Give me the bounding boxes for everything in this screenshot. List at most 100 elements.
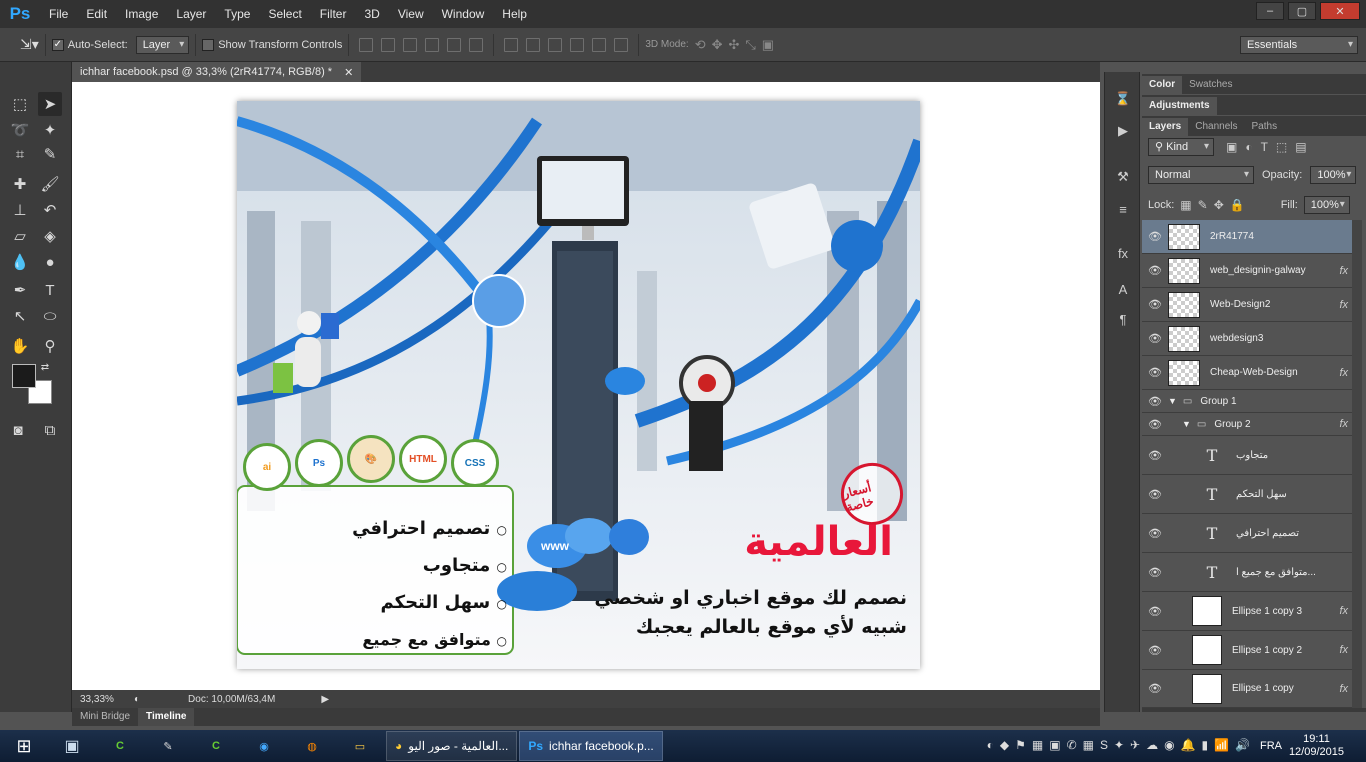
fx-icon[interactable]: fx [1339, 265, 1348, 277]
transform-controls-checkbox[interactable] [202, 38, 215, 51]
type-tool-icon[interactable]: T [38, 278, 62, 302]
foreground-color-swatch[interactable] [12, 364, 36, 388]
visibility-eye-icon[interactable]: 👁 [1142, 395, 1168, 408]
menu-help[interactable]: Help [493, 7, 536, 21]
minimize-button[interactable]: – [1256, 2, 1284, 20]
clock[interactable]: 19:11 12/09/2015 [1289, 733, 1344, 759]
menu-select[interactable]: Select [259, 7, 310, 21]
auto-select-dropdown[interactable]: Layer [135, 35, 190, 54]
fx-icon[interactable]: fx [1339, 683, 1348, 695]
align-hcenter-icon[interactable] [447, 37, 462, 52]
brush-tool-icon[interactable]: 🖌 [38, 172, 62, 196]
media-player-icon[interactable]: ◉ [240, 731, 288, 761]
menu-3d[interactable]: 3D [355, 7, 388, 21]
menu-window[interactable]: Window [433, 7, 494, 21]
fill-input[interactable]: 100% [1303, 196, 1350, 214]
tab-layers[interactable]: Layers [1142, 118, 1189, 136]
tab-paths[interactable]: Paths [1245, 118, 1285, 136]
zoom-tool-icon[interactable]: ⚲ [38, 334, 62, 358]
layer-row[interactable]: 👁 2rR41774 [1142, 220, 1352, 254]
quick-mask-icon[interactable]: ◙ [6, 418, 30, 442]
ellipse-tool-icon[interactable]: ⬭ [38, 304, 62, 328]
move-tool-icon[interactable]: ➤ [38, 92, 62, 116]
visibility-eye-icon[interactable]: 👁 [1142, 449, 1168, 462]
status-export-icon[interactable]: ◐ [134, 694, 140, 705]
close-button[interactable]: ✕ [1320, 2, 1360, 20]
shape-layer-row[interactable]: 👁 Ellipse 1 copy 2 fx [1142, 631, 1352, 670]
auto-select-checkbox[interactable]: ✓ [51, 38, 64, 51]
explorer-icon[interactable]: ▣ [48, 731, 96, 761]
visibility-eye-icon[interactable]: 👁 [1142, 264, 1168, 277]
workspace-switcher[interactable]: Essentials [1240, 35, 1358, 54]
layer-row[interactable]: 👁 web_designin-galway fx [1142, 254, 1352, 288]
system-tray-icons[interactable]: ◐◆⚑▦▣✆▦S✦✈☁◉🔔▮📶🔊 [987, 738, 1256, 752]
visibility-eye-icon[interactable]: 👁 [1142, 682, 1168, 695]
paint-bucket-icon[interactable]: ◈ [38, 224, 62, 248]
expand-arrow-icon[interactable]: ▼ [1182, 419, 1191, 429]
tab-document[interactable]: ichhar facebook.psd @ 33,3% (2rR41774, R… [72, 62, 362, 82]
visibility-eye-icon[interactable]: 👁 [1142, 644, 1168, 657]
crop-tool-icon[interactable]: ⌗ [8, 142, 32, 166]
eyedropper-icon[interactable]: ✎ [38, 142, 62, 166]
pen-tool-icon[interactable]: ✒ [8, 278, 32, 302]
screen-mode-icon[interactable]: ⧉ [38, 418, 62, 442]
tab-channels[interactable]: Channels [1188, 118, 1244, 136]
tab-adjustments[interactable]: Adjustments [1142, 97, 1217, 115]
align-bottom-icon[interactable] [403, 37, 418, 52]
blur-tool-icon[interactable]: 💧 [8, 250, 32, 274]
fx-icon[interactable]: fx [1339, 299, 1348, 311]
styles-panel-icon[interactable]: fx [1111, 242, 1135, 264]
menu-view[interactable]: View [389, 7, 433, 21]
swap-colors-icon[interactable]: ⇄ [38, 360, 52, 374]
distribute-vcenter-icon[interactable] [526, 37, 541, 52]
layer-row[interactable]: 👁 Cheap-Web-Design fx [1142, 356, 1352, 390]
opacity-input[interactable]: 100% [1310, 166, 1357, 184]
visibility-eye-icon[interactable]: 👁 [1142, 298, 1168, 311]
distribute-hcenter-icon[interactable] [592, 37, 607, 52]
distribute-left-icon[interactable] [570, 37, 585, 52]
tab-color[interactable]: Color [1142, 76, 1183, 94]
align-vcenter-icon[interactable] [381, 37, 396, 52]
visibility-eye-icon[interactable]: 👁 [1142, 230, 1168, 243]
text-layer-row[interactable]: 👁 T متوافق مع جميع ا... [1142, 553, 1352, 592]
folder-icon[interactable]: ▭ [336, 731, 384, 761]
lasso-tool-icon[interactable]: ➰ [8, 118, 32, 142]
dodge-tool-icon[interactable]: ● [38, 250, 62, 274]
actions-panel-icon[interactable]: ▶ [1111, 120, 1135, 142]
visibility-eye-icon[interactable]: 👁 [1142, 527, 1168, 540]
menu-file[interactable]: File [40, 7, 77, 21]
tab-swatches[interactable]: Swatches [1182, 76, 1239, 94]
distribute-bottom-icon[interactable] [548, 37, 563, 52]
tool-presets-icon[interactable]: ⚒ [1111, 166, 1135, 188]
hand-tool-icon[interactable]: ✋ [8, 334, 32, 358]
status-menu-arrow-icon[interactable]: ▶ [321, 694, 329, 705]
maximize-button[interactable]: ▢ [1288, 2, 1316, 20]
distribute-right-icon[interactable] [614, 37, 629, 52]
magic-wand-icon[interactable]: ✦ [38, 118, 62, 142]
visibility-eye-icon[interactable]: 👁 [1142, 566, 1168, 579]
taskbar-app-photoshop[interactable]: Ps ichhar facebook.p... [519, 731, 663, 761]
visibility-eye-icon[interactable]: 👁 [1142, 418, 1168, 431]
fx-icon[interactable]: fx [1339, 367, 1348, 379]
notepad-icon[interactable]: ✎ [144, 731, 192, 761]
layer-row[interactable]: 👁 webdesign3 [1142, 322, 1352, 356]
history-brush-icon[interactable]: ↶ [38, 198, 62, 222]
layer-group-row[interactable]: 👁 ▼ ▭ Group 1 [1142, 390, 1352, 413]
healing-brush-icon[interactable]: ✚ [8, 172, 32, 196]
align-top-icon[interactable] [359, 37, 374, 52]
blend-mode-dropdown[interactable]: Normal [1148, 166, 1254, 184]
text-layer-row[interactable]: 👁 T سهل التحكم [1142, 475, 1352, 514]
shape-layer-row[interactable]: 👁 Ellipse 1 copy fx [1142, 670, 1352, 708]
menu-type[interactable]: Type [215, 7, 259, 21]
visibility-eye-icon[interactable]: 👁 [1142, 366, 1168, 379]
move-tool-preset-icon[interactable]: ⇲▾ [20, 36, 39, 53]
distribute-top-icon[interactable] [504, 37, 519, 52]
menu-edit[interactable]: Edit [77, 7, 116, 21]
camtasia-recorder-icon[interactable]: C [192, 731, 240, 761]
path-select-icon[interactable]: ↖ [8, 304, 32, 328]
layer-group-row[interactable]: 👁 ▼ ▭ Group 2 fx [1142, 413, 1352, 436]
eraser-tool-icon[interactable]: ▱ [8, 224, 32, 248]
zoom-level[interactable]: 33,33% [80, 694, 120, 705]
fx-icon[interactable]: fx [1339, 605, 1348, 617]
visibility-eye-icon[interactable]: 👁 [1142, 488, 1168, 501]
